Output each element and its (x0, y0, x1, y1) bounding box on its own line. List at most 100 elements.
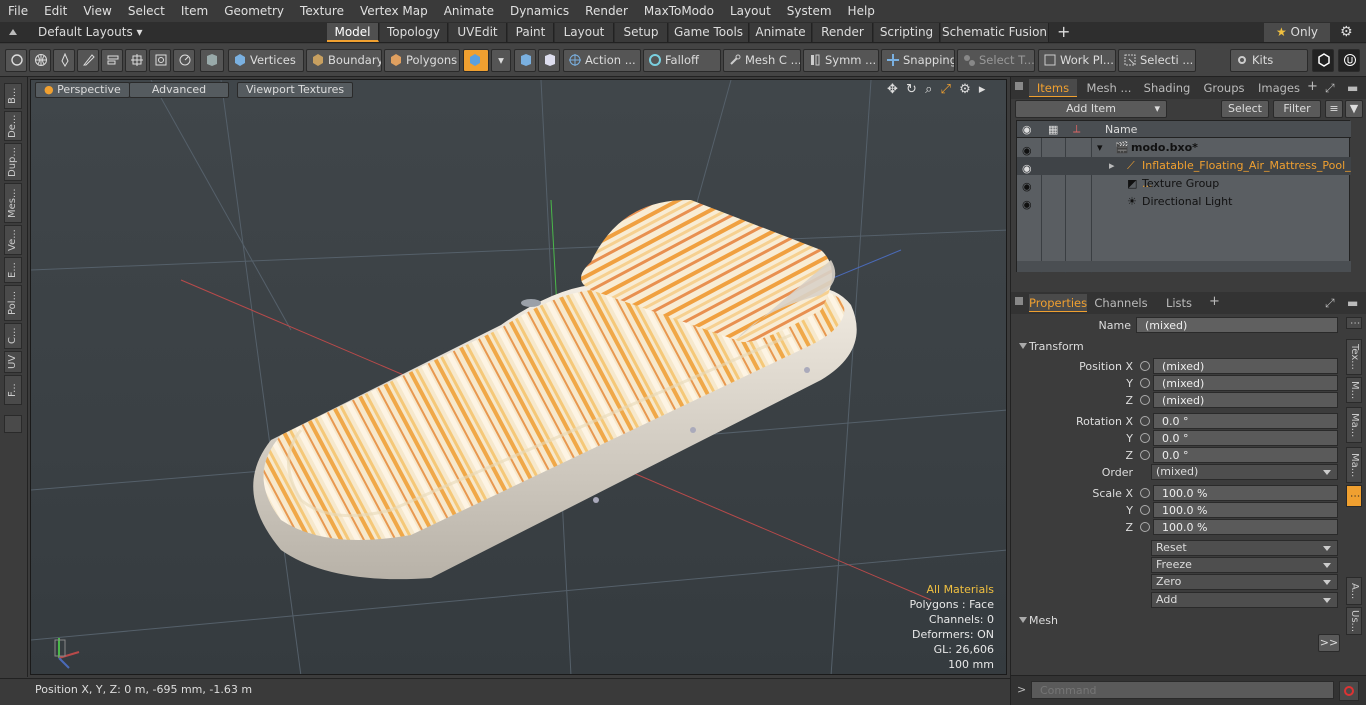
transform-section[interactable]: Transform (1015, 339, 1343, 354)
record-macro-icon[interactable] (1339, 681, 1359, 701)
item-row-directional-light[interactable]: ◉ ☀ Directional Light (1017, 193, 1351, 211)
tab-items[interactable]: Items (1029, 79, 1077, 97)
left-tab-de[interactable]: De... (4, 111, 22, 141)
add-dropdown[interactable]: Add (1151, 592, 1338, 608)
menu-edit[interactable]: Edit (36, 0, 75, 22)
position-x-field[interactable]: (mixed) (1153, 358, 1338, 374)
menu-maxtomodo[interactable]: MaxToModo (636, 0, 722, 22)
pan-icon[interactable]: ✥ (887, 82, 898, 97)
eye-icon[interactable]: ◉ (1022, 142, 1034, 157)
panel-collapse-icon[interactable]: ▬ (1347, 81, 1358, 95)
name-field[interactable]: (mixed) (1136, 317, 1338, 333)
menu-dynamics[interactable]: Dynamics (502, 0, 577, 22)
unity-icon[interactable] (1312, 49, 1334, 72)
right-vtab-tex[interactable]: Tex... (1346, 339, 1362, 375)
item-row-texture-group[interactable]: ◉ ◩ Texture Group (1017, 175, 1351, 193)
order-dropdown[interactable]: (mixed) (1151, 464, 1338, 480)
props-collapse-icon[interactable]: ▬ (1347, 296, 1358, 310)
timer-icon[interactable] (173, 49, 195, 72)
rotation-z-keyframe-icon[interactable] (1140, 450, 1150, 460)
pen-tool-icon[interactable] (53, 49, 75, 72)
viewport-textures-button[interactable]: Viewport Textures (237, 82, 354, 98)
tab-topology[interactable]: Topology (380, 23, 448, 42)
tab-groups[interactable]: Groups (1199, 79, 1249, 97)
shield-check-icon[interactable] (538, 49, 560, 72)
select-button[interactable]: Select (1221, 100, 1269, 118)
right-vtab-m[interactable]: M... (1346, 377, 1362, 403)
maximize-icon[interactable]: ⤢ (941, 82, 951, 97)
left-tab-c[interactable]: C... (4, 323, 22, 349)
mode-dropdown-chevron-down-icon[interactable]: ▾ (491, 49, 511, 72)
rotate-icon[interactable]: ↻ (906, 82, 917, 97)
expand-arrow-icon[interactable]: ▸ (1109, 157, 1115, 175)
vertices-button[interactable]: Vertices (228, 49, 304, 72)
mesh-section[interactable]: Mesh (1015, 613, 1343, 628)
rotation-x-field[interactable]: 0.0 ° (1153, 413, 1338, 429)
zero-dropdown[interactable]: Zero (1151, 574, 1338, 590)
tab-uvedit[interactable]: UVEdit (449, 23, 507, 42)
left-tab-uv[interactable]: UV (4, 351, 22, 373)
scale-y-field[interactable]: 100.0 % (1153, 502, 1338, 518)
position-y-field[interactable]: (mixed) (1153, 375, 1338, 391)
menu-render[interactable]: Render (577, 0, 636, 22)
item-row-mesh[interactable]: ◉ ▸ ⟋ Inflatable_Floating_Air_Mattress_P… (1017, 157, 1351, 190)
expand-more-button[interactable]: >> (1318, 634, 1340, 652)
tab-shading[interactable]: Shading (1139, 79, 1195, 97)
align-icon[interactable] (101, 49, 123, 72)
tab-paint[interactable]: Paint (508, 23, 554, 42)
menu-file[interactable]: File (0, 0, 36, 22)
viewport-settings-gear-icon[interactable]: ⚙ (959, 82, 971, 97)
tab-scripting[interactable]: Scripting (874, 23, 940, 42)
snapping-button[interactable]: Snapping (881, 49, 955, 72)
tab-images[interactable]: Images (1251, 79, 1307, 97)
panel-expand-icon[interactable]: ⤢ (1325, 81, 1335, 96)
viewport-menu-arrow-icon[interactable]: ▸ (979, 82, 986, 97)
left-tab-more[interactable] (4, 415, 22, 433)
menu-layout[interactable]: Layout (722, 0, 779, 22)
rotation-z-field[interactable]: 0.0 ° (1153, 447, 1338, 463)
action-center-button[interactable]: Action ... (563, 49, 641, 72)
menu-vertex-map[interactable]: Vertex Map (352, 0, 436, 22)
tab-mesh[interactable]: Mesh ... (1083, 79, 1135, 97)
layout-up-icon[interactable] (6, 25, 20, 39)
tab-properties[interactable]: Properties (1029, 294, 1087, 312)
left-tab-pol[interactable]: Pol... (4, 285, 22, 321)
name-column-header[interactable]: Name (1105, 123, 1137, 136)
scale-z-keyframe-icon[interactable] (1140, 522, 1150, 532)
snap-grid-icon[interactable] (125, 49, 147, 72)
reset-dropdown[interactable]: Reset (1151, 540, 1338, 556)
tab-render[interactable]: Render (813, 23, 873, 42)
right-vtab-ma-1[interactable]: Ma... (1346, 407, 1362, 443)
item-mode-button[interactable] (463, 49, 489, 72)
polygons-button[interactable]: Polygons (384, 49, 460, 72)
select-circle-icon[interactable] (5, 49, 27, 72)
brush-icon[interactable] (77, 49, 99, 72)
right-vtab-a[interactable]: A... (1346, 577, 1362, 605)
item-row-scene[interactable]: ◉ ▾ 🎬 modo.bxo* (1017, 139, 1351, 157)
scale-x-keyframe-icon[interactable] (1140, 488, 1150, 498)
filter-funnel-icon[interactable]: ▼ (1345, 100, 1363, 118)
right-vtab-dots[interactable]: ⋮ (1346, 317, 1362, 329)
expand-arrow-icon[interactable]: ▾ (1097, 139, 1103, 157)
zoom-icon[interactable]: ⌕ (925, 82, 932, 97)
only-toggle[interactable]: ★ Only (1264, 23, 1330, 42)
layout-selector[interactable]: Default Layouts ▾ (38, 24, 143, 41)
left-tab-b[interactable]: B... (4, 83, 22, 109)
rotation-y-field[interactable]: 0.0 ° (1153, 430, 1338, 446)
center-icon[interactable] (149, 49, 171, 72)
right-vtab-us[interactable]: Us... (1346, 607, 1362, 635)
list-options-icon[interactable]: ≡ (1325, 100, 1343, 118)
tab-animate[interactable]: Animate (750, 23, 812, 42)
menu-geometry[interactable]: Geometry (216, 0, 292, 22)
position-x-keyframe-icon[interactable] (1140, 361, 1150, 371)
work-plane-button[interactable]: Work Pl... (1038, 49, 1116, 72)
menu-animate[interactable]: Animate (436, 0, 502, 22)
globe-icon[interactable] (29, 49, 51, 72)
tab-setup[interactable]: Setup (615, 23, 668, 42)
left-tab-f[interactable]: F... (4, 375, 22, 405)
command-input[interactable] (1031, 681, 1334, 699)
left-tab-e[interactable]: E... (4, 257, 22, 283)
add-panel-tab-button[interactable]: + (1307, 79, 1318, 94)
position-y-keyframe-icon[interactable] (1140, 378, 1150, 388)
tab-schematic-fusion[interactable]: Schematic Fusion (941, 23, 1049, 42)
